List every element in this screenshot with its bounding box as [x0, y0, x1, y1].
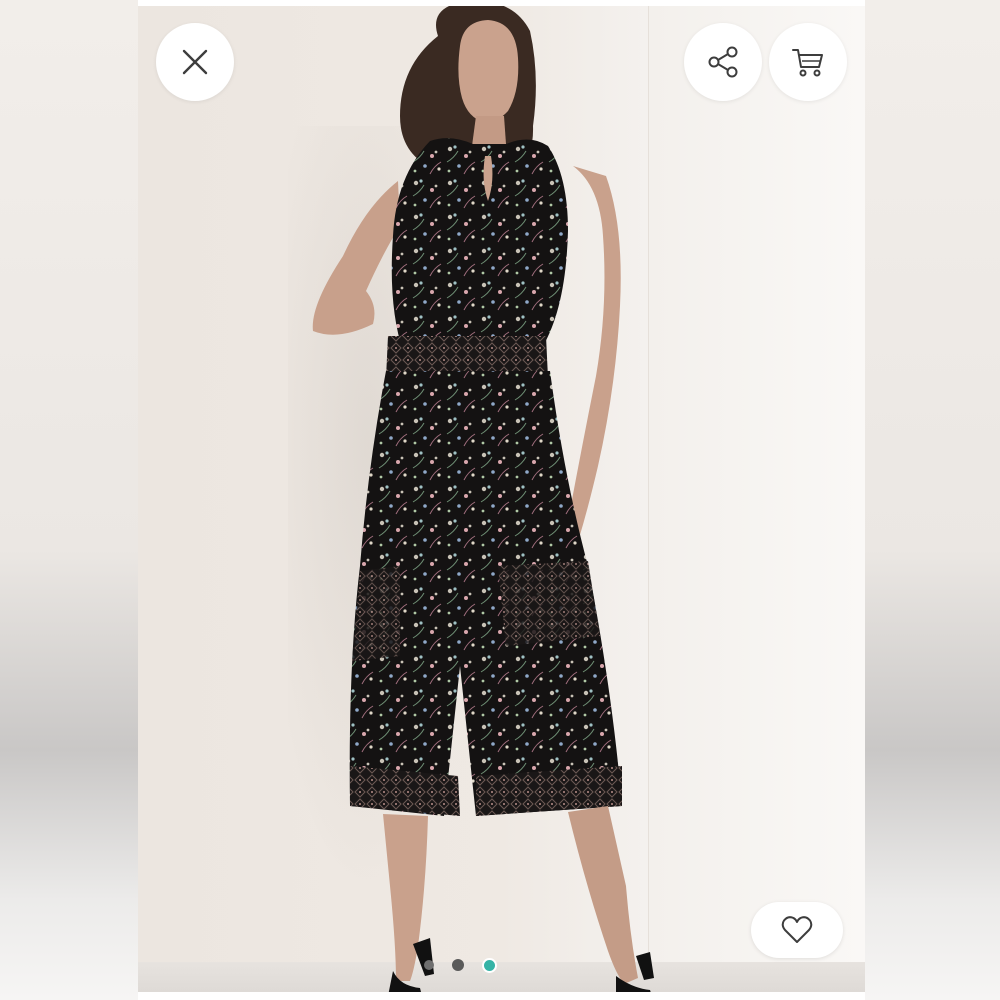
cart-button[interactable]: [769, 23, 847, 101]
share-button[interactable]: [684, 23, 762, 101]
close-button[interactable]: [156, 23, 234, 101]
close-icon: [182, 49, 208, 75]
carousel-indicator: [424, 957, 497, 973]
share-icon: [708, 46, 738, 78]
carousel-dot-3-active[interactable]: [482, 957, 497, 973]
carousel-dot-1[interactable]: [424, 960, 434, 970]
product-photo[interactable]: [138, 6, 865, 992]
cart-icon: [792, 49, 823, 77]
model-in-floral-jumpsuit: [312, 6, 654, 992]
left-backdrop: [0, 0, 138, 1000]
carousel-dot-2[interactable]: [452, 959, 464, 971]
right-backdrop: [865, 0, 1000, 1000]
heart-outline-icon: [781, 916, 813, 943]
like-button[interactable]: [751, 902, 843, 958]
